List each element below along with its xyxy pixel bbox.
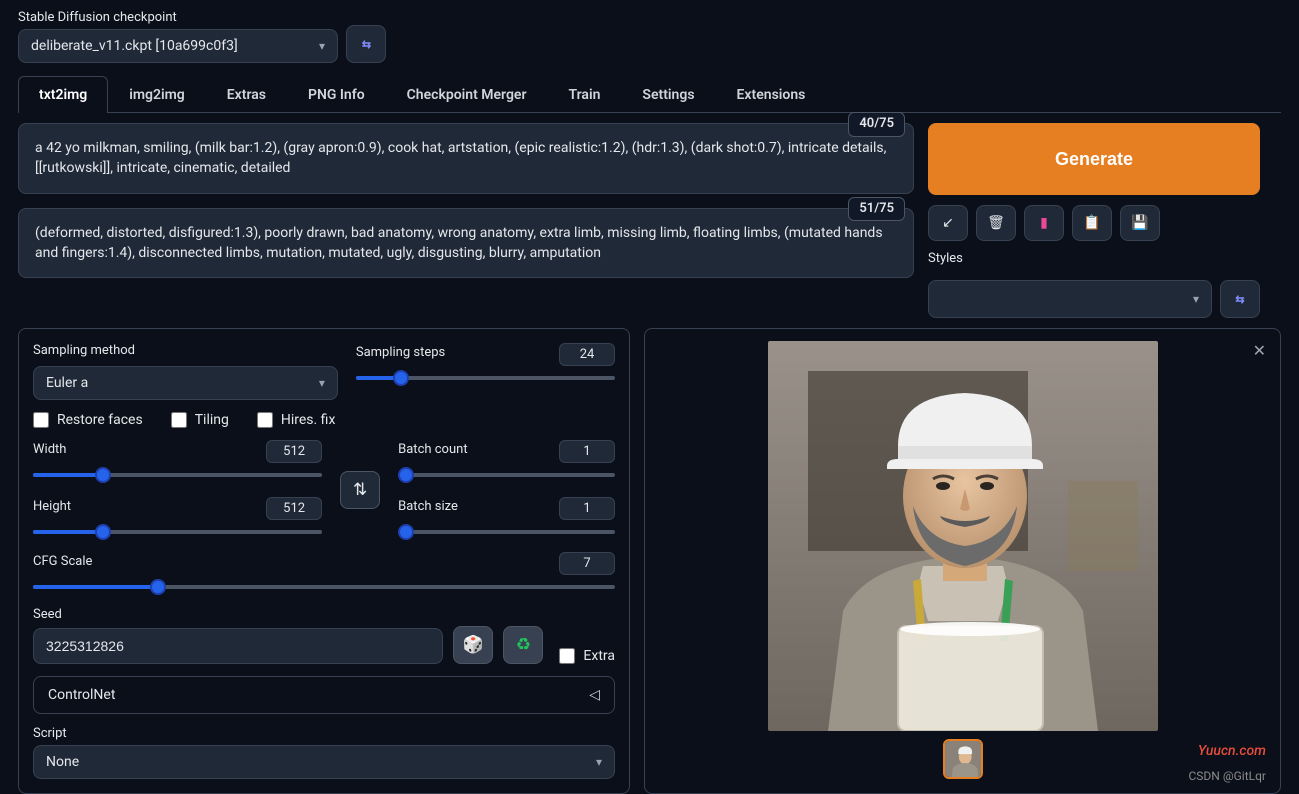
neg-prompt-text: (deformed, distorted, disfigured:1.3), p…: [35, 225, 883, 261]
chevron-down-icon: ▾: [596, 755, 602, 769]
script-value: None: [46, 754, 79, 770]
clipboard-icon: 📋: [1083, 215, 1100, 231]
styles-select[interactable]: ▾: [928, 280, 1212, 318]
cfg-value[interactable]: 7: [559, 552, 615, 575]
prompt-input[interactable]: 40/75 a 42 yo milkman, smiling, (milk ba…: [18, 123, 914, 194]
tab-extras[interactable]: Extras: [206, 76, 287, 113]
trash-button[interactable]: 🗑: [976, 205, 1016, 241]
script-select[interactable]: None ▾: [33, 745, 615, 779]
apply-icon: ⇆: [1235, 293, 1244, 306]
main-tabs: txt2img img2img Extras PNG Info Checkpoi…: [18, 75, 1281, 113]
output-thumbnail[interactable]: [943, 739, 983, 779]
tab-pnginfo[interactable]: PNG Info: [287, 76, 386, 113]
styles-label: Styles: [928, 251, 1260, 266]
cfg-label: CFG Scale: [33, 554, 92, 569]
generate-button[interactable]: Generate: [928, 123, 1260, 195]
card-icon: ▮: [1040, 215, 1048, 231]
checkpoint-value: deliberate_v11.ckpt [10a699c0f3]: [31, 38, 238, 54]
height-slider[interactable]: [33, 524, 322, 540]
negative-prompt-input[interactable]: 51/75 (deformed, distorted, disfigured:1…: [18, 208, 914, 279]
tab-checkpoint-merger[interactable]: Checkpoint Merger: [386, 76, 548, 113]
swap-dims-button[interactable]: ⇅: [340, 471, 380, 509]
width-label: Width: [33, 442, 66, 457]
close-button[interactable]: ✕: [1253, 341, 1266, 360]
reload-icon: ⇆: [362, 38, 370, 51]
output-image[interactable]: [768, 341, 1158, 731]
swap-icon: ⇅: [353, 480, 367, 500]
prompt-token-count: 40/75: [848, 112, 905, 137]
checkpoint-select[interactable]: deliberate_v11.ckpt [10a699c0f3] ▾: [18, 29, 338, 63]
apply-style-button[interactable]: ⇆: [1220, 280, 1260, 318]
trash-icon: 🗑: [987, 215, 1005, 231]
save-icon: 💾: [1131, 215, 1148, 231]
close-icon: ✕: [1253, 341, 1266, 360]
sampling-method-label: Sampling method: [33, 343, 338, 358]
seed-input[interactable]: [33, 628, 443, 664]
tab-train[interactable]: Train: [548, 76, 622, 113]
batch-size-label: Batch size: [398, 499, 458, 514]
width-slider[interactable]: [33, 467, 322, 483]
tab-img2img[interactable]: img2img: [108, 76, 206, 113]
batch-count-slider[interactable]: [398, 467, 615, 483]
height-value[interactable]: 512: [266, 497, 322, 520]
seed-label: Seed: [33, 607, 615, 622]
extra-seed-check[interactable]: Extra: [559, 648, 615, 664]
controlnet-section[interactable]: ControlNet ◁: [33, 676, 615, 714]
hires-fix-check[interactable]: Hires. fix: [257, 412, 336, 428]
tab-extensions[interactable]: Extensions: [716, 76, 827, 113]
chevron-down-icon: ▾: [319, 39, 325, 53]
chevron-down-icon: ▾: [319, 376, 325, 390]
read-last-params-button[interactable]: ↙: [928, 205, 968, 241]
prompt-text: a 42 yo milkman, smiling, (milk bar:1.2)…: [35, 140, 886, 176]
batch-count-label: Batch count: [398, 442, 467, 457]
watermark-site: Yuucn.com: [1198, 743, 1266, 759]
chevron-down-icon: ▾: [1193, 292, 1199, 306]
batch-size-slider[interactable]: [398, 524, 615, 540]
arrow-icon: ↙: [942, 215, 954, 231]
script-label: Script: [33, 726, 615, 741]
tiling-check[interactable]: Tiling: [171, 412, 229, 428]
sampling-steps-slider[interactable]: [356, 370, 615, 386]
neg-prompt-token-count: 51/75: [848, 197, 905, 222]
watermark-author: CSDN @GitLqr: [1189, 769, 1267, 783]
restore-faces-check[interactable]: Restore faces: [33, 412, 143, 428]
checkpoint-label: Stable Diffusion checkpoint: [18, 10, 338, 25]
recycle-icon: ♻: [516, 635, 531, 655]
controlnet-label: ControlNet: [48, 687, 115, 703]
reload-checkpoint-button[interactable]: ⇆: [346, 25, 386, 63]
cfg-slider[interactable]: [33, 579, 615, 595]
clipboard-button[interactable]: 📋: [1072, 205, 1112, 241]
dice-icon: 🎲: [463, 635, 484, 655]
output-panel: ✕: [644, 328, 1281, 794]
sampling-method-select[interactable]: Euler a ▾: [33, 366, 338, 400]
batch-count-value[interactable]: 1: [559, 440, 615, 463]
sampling-method-value: Euler a: [46, 375, 88, 391]
sampling-steps-label: Sampling steps: [356, 345, 445, 360]
save-button[interactable]: 💾: [1120, 205, 1160, 241]
sampling-steps-value[interactable]: 24: [559, 343, 615, 366]
width-value[interactable]: 512: [266, 440, 322, 463]
show-extra-networks-button[interactable]: ▮: [1024, 205, 1064, 241]
tab-txt2img[interactable]: txt2img: [18, 76, 108, 113]
random-seed-button[interactable]: 🎲: [453, 626, 493, 664]
tab-settings[interactable]: Settings: [621, 76, 715, 113]
batch-size-value[interactable]: 1: [559, 497, 615, 520]
expand-icon: ◁: [589, 687, 600, 703]
height-label: Height: [33, 499, 71, 514]
reuse-seed-button[interactable]: ♻: [503, 626, 543, 664]
